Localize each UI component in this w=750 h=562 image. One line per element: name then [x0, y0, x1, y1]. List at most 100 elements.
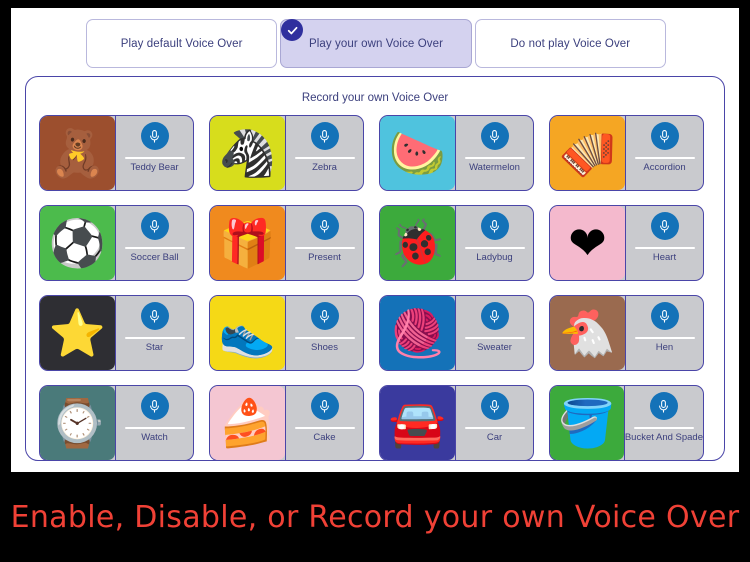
card-image: ⭐ — [40, 296, 115, 370]
microphone-icon[interactable] — [140, 122, 169, 150]
microphone-icon[interactable] — [480, 392, 509, 420]
voice-over-card[interactable]: 🚘 Car — [379, 385, 534, 460]
voice-over-card[interactable]: 🐔 Hen — [549, 295, 704, 371]
card-image: 🪣 — [550, 386, 624, 460]
card-label: Ladybug — [476, 252, 513, 263]
caption-text: Enable, Disable, or Record your own Voic… — [10, 499, 740, 535]
microphone-icon[interactable] — [480, 302, 509, 330]
voice-over-card[interactable]: 🍉 Watermelon — [379, 115, 534, 191]
card-label: Watermelon — [469, 162, 520, 173]
card-thumbnail: ⭐ — [40, 296, 116, 370]
check-circle-icon — [281, 19, 304, 41]
voice-over-card[interactable]: ❤ Heart — [549, 205, 704, 281]
microphone-icon[interactable] — [650, 212, 679, 240]
card-thumbnail: 🧸 — [40, 116, 116, 190]
card-divider — [294, 157, 355, 159]
card-record-area: Present — [286, 206, 363, 280]
card-image: 🐞 — [380, 206, 455, 280]
card-record-area: Cake — [286, 386, 363, 460]
card-thumbnail: 🐔 — [550, 296, 626, 370]
card-thumbnail: ⌚ — [40, 386, 116, 460]
voice-over-card[interactable]: 🪣 Bucket And Spade — [549, 385, 704, 460]
card-record-area: Teddy Bear — [116, 116, 193, 190]
card-image: ❤ — [550, 206, 625, 280]
app-screen: Play default Voice Over Play your own Vo… — [11, 8, 739, 472]
card-label: Zebra — [312, 162, 337, 173]
voice-over-card[interactable]: ⌚ Watch — [39, 385, 194, 460]
microphone-icon[interactable] — [310, 212, 339, 240]
card-image: 🎁 — [210, 206, 285, 280]
tab-label: Play your own Voice Over — [308, 37, 444, 50]
card-label: Car — [486, 432, 503, 443]
card-record-area: Heart — [626, 206, 703, 280]
card-image: 🚘 — [380, 386, 455, 460]
card-divider — [633, 427, 694, 429]
card-divider — [294, 247, 355, 249]
voice-over-card[interactable]: ⭐ Star — [39, 295, 194, 371]
card-thumbnail: 👟 — [210, 296, 286, 370]
card-label: Watch — [141, 432, 168, 443]
card-record-area: Accordion — [626, 116, 703, 190]
voice-over-card[interactable]: 🐞 Ladybug — [379, 205, 534, 281]
card-record-area: Bucket And Spade — [625, 386, 703, 460]
card-image: 🍰 — [210, 386, 285, 460]
card-divider — [124, 157, 185, 159]
card-thumbnail: 🦓 — [210, 116, 286, 190]
card-record-area: Car — [456, 386, 533, 460]
voice-over-mode-tabs: Play default Voice Over Play your own Vo… — [86, 19, 666, 68]
microphone-icon[interactable] — [480, 212, 509, 240]
voice-over-card[interactable]: ⚽ Soccer Ball — [39, 205, 194, 281]
card-divider — [464, 337, 525, 339]
card-record-area: Star — [116, 296, 193, 370]
microphone-icon[interactable] — [140, 392, 169, 420]
card-image: 🪗 — [550, 116, 625, 190]
card-divider — [634, 247, 695, 249]
microphone-icon[interactable] — [310, 302, 339, 330]
card-divider — [124, 337, 185, 339]
panel-title: Record your own Voice Over — [301, 92, 449, 104]
voice-over-card[interactable]: 🧶 Sweater — [379, 295, 534, 371]
microphone-icon[interactable] — [140, 302, 169, 330]
card-record-area: Watermelon — [456, 116, 533, 190]
voice-over-card[interactable]: 👟 Shoes — [209, 295, 364, 371]
card-label: Sweater — [477, 342, 512, 353]
card-label: Present — [308, 252, 341, 263]
tab-label: Do not play Voice Over — [510, 37, 631, 50]
card-record-area: Shoes — [286, 296, 363, 370]
voice-over-card[interactable]: 🧸 Teddy Bear — [39, 115, 194, 191]
tab-play-default-voice-over[interactable]: Play default Voice Over — [86, 19, 278, 68]
microphone-icon[interactable] — [310, 122, 339, 150]
card-label: Accordion — [643, 162, 686, 173]
card-record-area: Ladybug — [456, 206, 533, 280]
voice-over-card[interactable]: 🍰 Cake — [209, 385, 364, 460]
card-image: 🧶 — [380, 296, 455, 370]
card-thumbnail: 🧶 — [380, 296, 456, 370]
microphone-icon[interactable] — [310, 392, 339, 420]
microphone-icon[interactable] — [480, 122, 509, 150]
card-label: Teddy Bear — [130, 162, 179, 173]
card-image: 🦓 — [210, 116, 285, 190]
voice-over-card[interactable]: 🎁 Present — [209, 205, 364, 281]
microphone-icon[interactable] — [140, 212, 169, 240]
card-thumbnail: 🪣 — [550, 386, 625, 460]
tab-do-not-play-voice-over[interactable]: Do not play Voice Over — [474, 19, 666, 68]
microphone-icon[interactable] — [650, 122, 679, 150]
tab-label: Play default Voice Over — [120, 37, 243, 50]
card-thumbnail: 🍰 — [210, 386, 286, 460]
caption-bar: Enable, Disable, or Record your own Voic… — [0, 472, 750, 562]
card-record-area: Zebra — [286, 116, 363, 190]
card-divider — [634, 337, 695, 339]
card-record-area: Watch — [116, 386, 193, 460]
voice-over-card[interactable]: 🦓 Zebra — [209, 115, 364, 191]
card-label: Star — [145, 342, 164, 353]
microphone-icon[interactable] — [649, 392, 678, 420]
card-divider — [634, 157, 695, 159]
tab-play-your-own-voice-over[interactable]: Play your own Voice Over — [280, 19, 472, 68]
card-record-area: Hen — [626, 296, 703, 370]
card-label: Hen — [655, 342, 674, 353]
microphone-icon[interactable] — [650, 302, 679, 330]
card-record-area: Soccer Ball — [116, 206, 193, 280]
voice-over-card[interactable]: 🪗 Accordion — [549, 115, 704, 191]
card-image: ⌚ — [40, 386, 115, 460]
card-divider — [464, 247, 525, 249]
